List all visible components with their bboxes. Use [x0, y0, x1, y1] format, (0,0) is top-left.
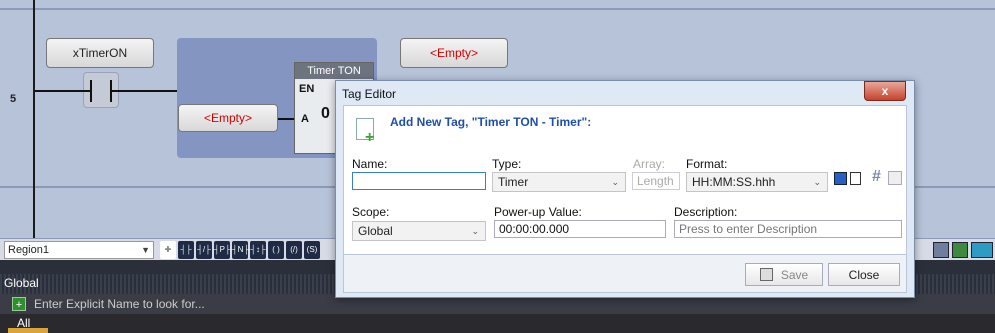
chevron-down-icon: ⌄: [611, 177, 619, 187]
powerup-label: Power-up Value:: [494, 205, 582, 219]
save-button[interactable]: Save: [745, 263, 823, 286]
coil-set-icon[interactable]: (S): [304, 241, 320, 259]
crosshair-icon[interactable]: ✛: [160, 241, 176, 259]
contact-no-icon[interactable]: ┤├: [178, 241, 194, 259]
name-label: Name:: [352, 157, 388, 171]
fb-input-tag-box[interactable]: <Empty>: [178, 104, 278, 132]
dialog-title: Tag Editor: [342, 87, 397, 101]
region-select[interactable]: Region1 ▼: [4, 241, 154, 259]
new-document-icon: +: [356, 118, 374, 146]
description-label: Description:: [674, 205, 738, 219]
chevron-down-icon: ⌄: [813, 177, 821, 187]
contact-nc-icon[interactable]: ┤/├: [196, 241, 212, 259]
type-label: Type:: [492, 157, 522, 171]
zoom-icon[interactable]: [933, 242, 949, 258]
contact-n-icon[interactable]: ┤N├: [232, 241, 249, 259]
tag-editor-dialog: Tag Editor x + Add New Tag, "Timer TON -…: [335, 80, 915, 298]
instruction-palette: ✛ ┤├ ┤/├ ┤P├ ┤N├ ┤↕├ ( ) (/) (S): [160, 241, 320, 259]
type-select-value: Timer: [498, 175, 529, 189]
powerup-field[interactable]: 00:00:00.000: [494, 220, 666, 238]
scope-label: Global: [4, 276, 39, 290]
output-tag-box[interactable]: <Empty>: [400, 38, 508, 68]
hash-icon[interactable]: #: [872, 168, 881, 186]
copy-format-icon[interactable]: [850, 172, 861, 185]
save-button-label: Save: [780, 267, 809, 282]
app-window: 5 xTimerON <Empty> <Empty> Timer TON EN …: [0, 0, 995, 333]
close-button-label: Close: [848, 267, 880, 282]
fb-title: Timer TON: [295, 63, 373, 79]
dialog-footer: Save Close: [343, 255, 907, 293]
hash-checkbox[interactable]: [888, 171, 902, 185]
add-tag-icon[interactable]: +: [12, 297, 26, 311]
contact-p-icon[interactable]: ┤P├: [214, 241, 231, 259]
save-format-icon[interactable]: [834, 172, 847, 185]
rung-separator: [0, 8, 995, 10]
name-field[interactable]: [352, 172, 486, 190]
rung-wire: [35, 90, 90, 92]
format-label: Format:: [686, 157, 728, 171]
power-rail: [33, 0, 35, 240]
scope-select[interactable]: Global ⌄: [352, 221, 486, 241]
contact-tag-box[interactable]: xTimerON: [46, 38, 154, 68]
toolbar-right: [915, 239, 995, 261]
fb-pin-a: A: [301, 113, 309, 125]
tab-bar: All: [0, 314, 995, 333]
format-select[interactable]: HH:MM:SS.hhh ⌄: [686, 172, 828, 192]
close-icon[interactable]: x: [864, 81, 906, 101]
type-select[interactable]: Timer ⌄: [492, 172, 626, 192]
scope-field-label: Scope:: [352, 205, 390, 219]
close-button[interactable]: Close: [828, 263, 900, 286]
format-select-value: HH:MM:SS.hhh: [692, 175, 776, 189]
description-field[interactable]: Press to enter Description: [674, 220, 902, 238]
floppy-icon: [759, 268, 773, 281]
region-select-value: Region1: [8, 244, 49, 256]
scope-select-value: Global: [358, 224, 393, 238]
contact-bar-left: [90, 80, 92, 102]
coil-icon[interactable]: ( ): [268, 241, 284, 259]
dialog-headline: Add New Tag, "Timer TON - Timer":: [390, 115, 592, 129]
tab-all-indicator: [8, 328, 48, 333]
dialog-body: + Add New Tag, "Timer TON - Timer": Name…: [343, 105, 907, 255]
tag-search-input[interactable]: Enter Explicit Name to look for...: [34, 297, 205, 311]
rung-number: 5: [10, 93, 17, 105]
array-length-field[interactable]: Length: [632, 172, 680, 190]
array-label: Array:: [633, 157, 666, 171]
chevron-down-icon: ⌄: [471, 226, 479, 236]
fb-pin-en: EN: [299, 83, 315, 95]
contact-pn-icon[interactable]: ┤↕├: [250, 241, 266, 259]
coil-negated-icon[interactable]: (/): [286, 241, 302, 259]
grid-icon[interactable]: [952, 242, 968, 258]
fb-value-display: 0: [321, 105, 330, 122]
chevron-down-icon: ▼: [141, 245, 150, 255]
panel-toggle-icon[interactable]: [971, 242, 993, 258]
